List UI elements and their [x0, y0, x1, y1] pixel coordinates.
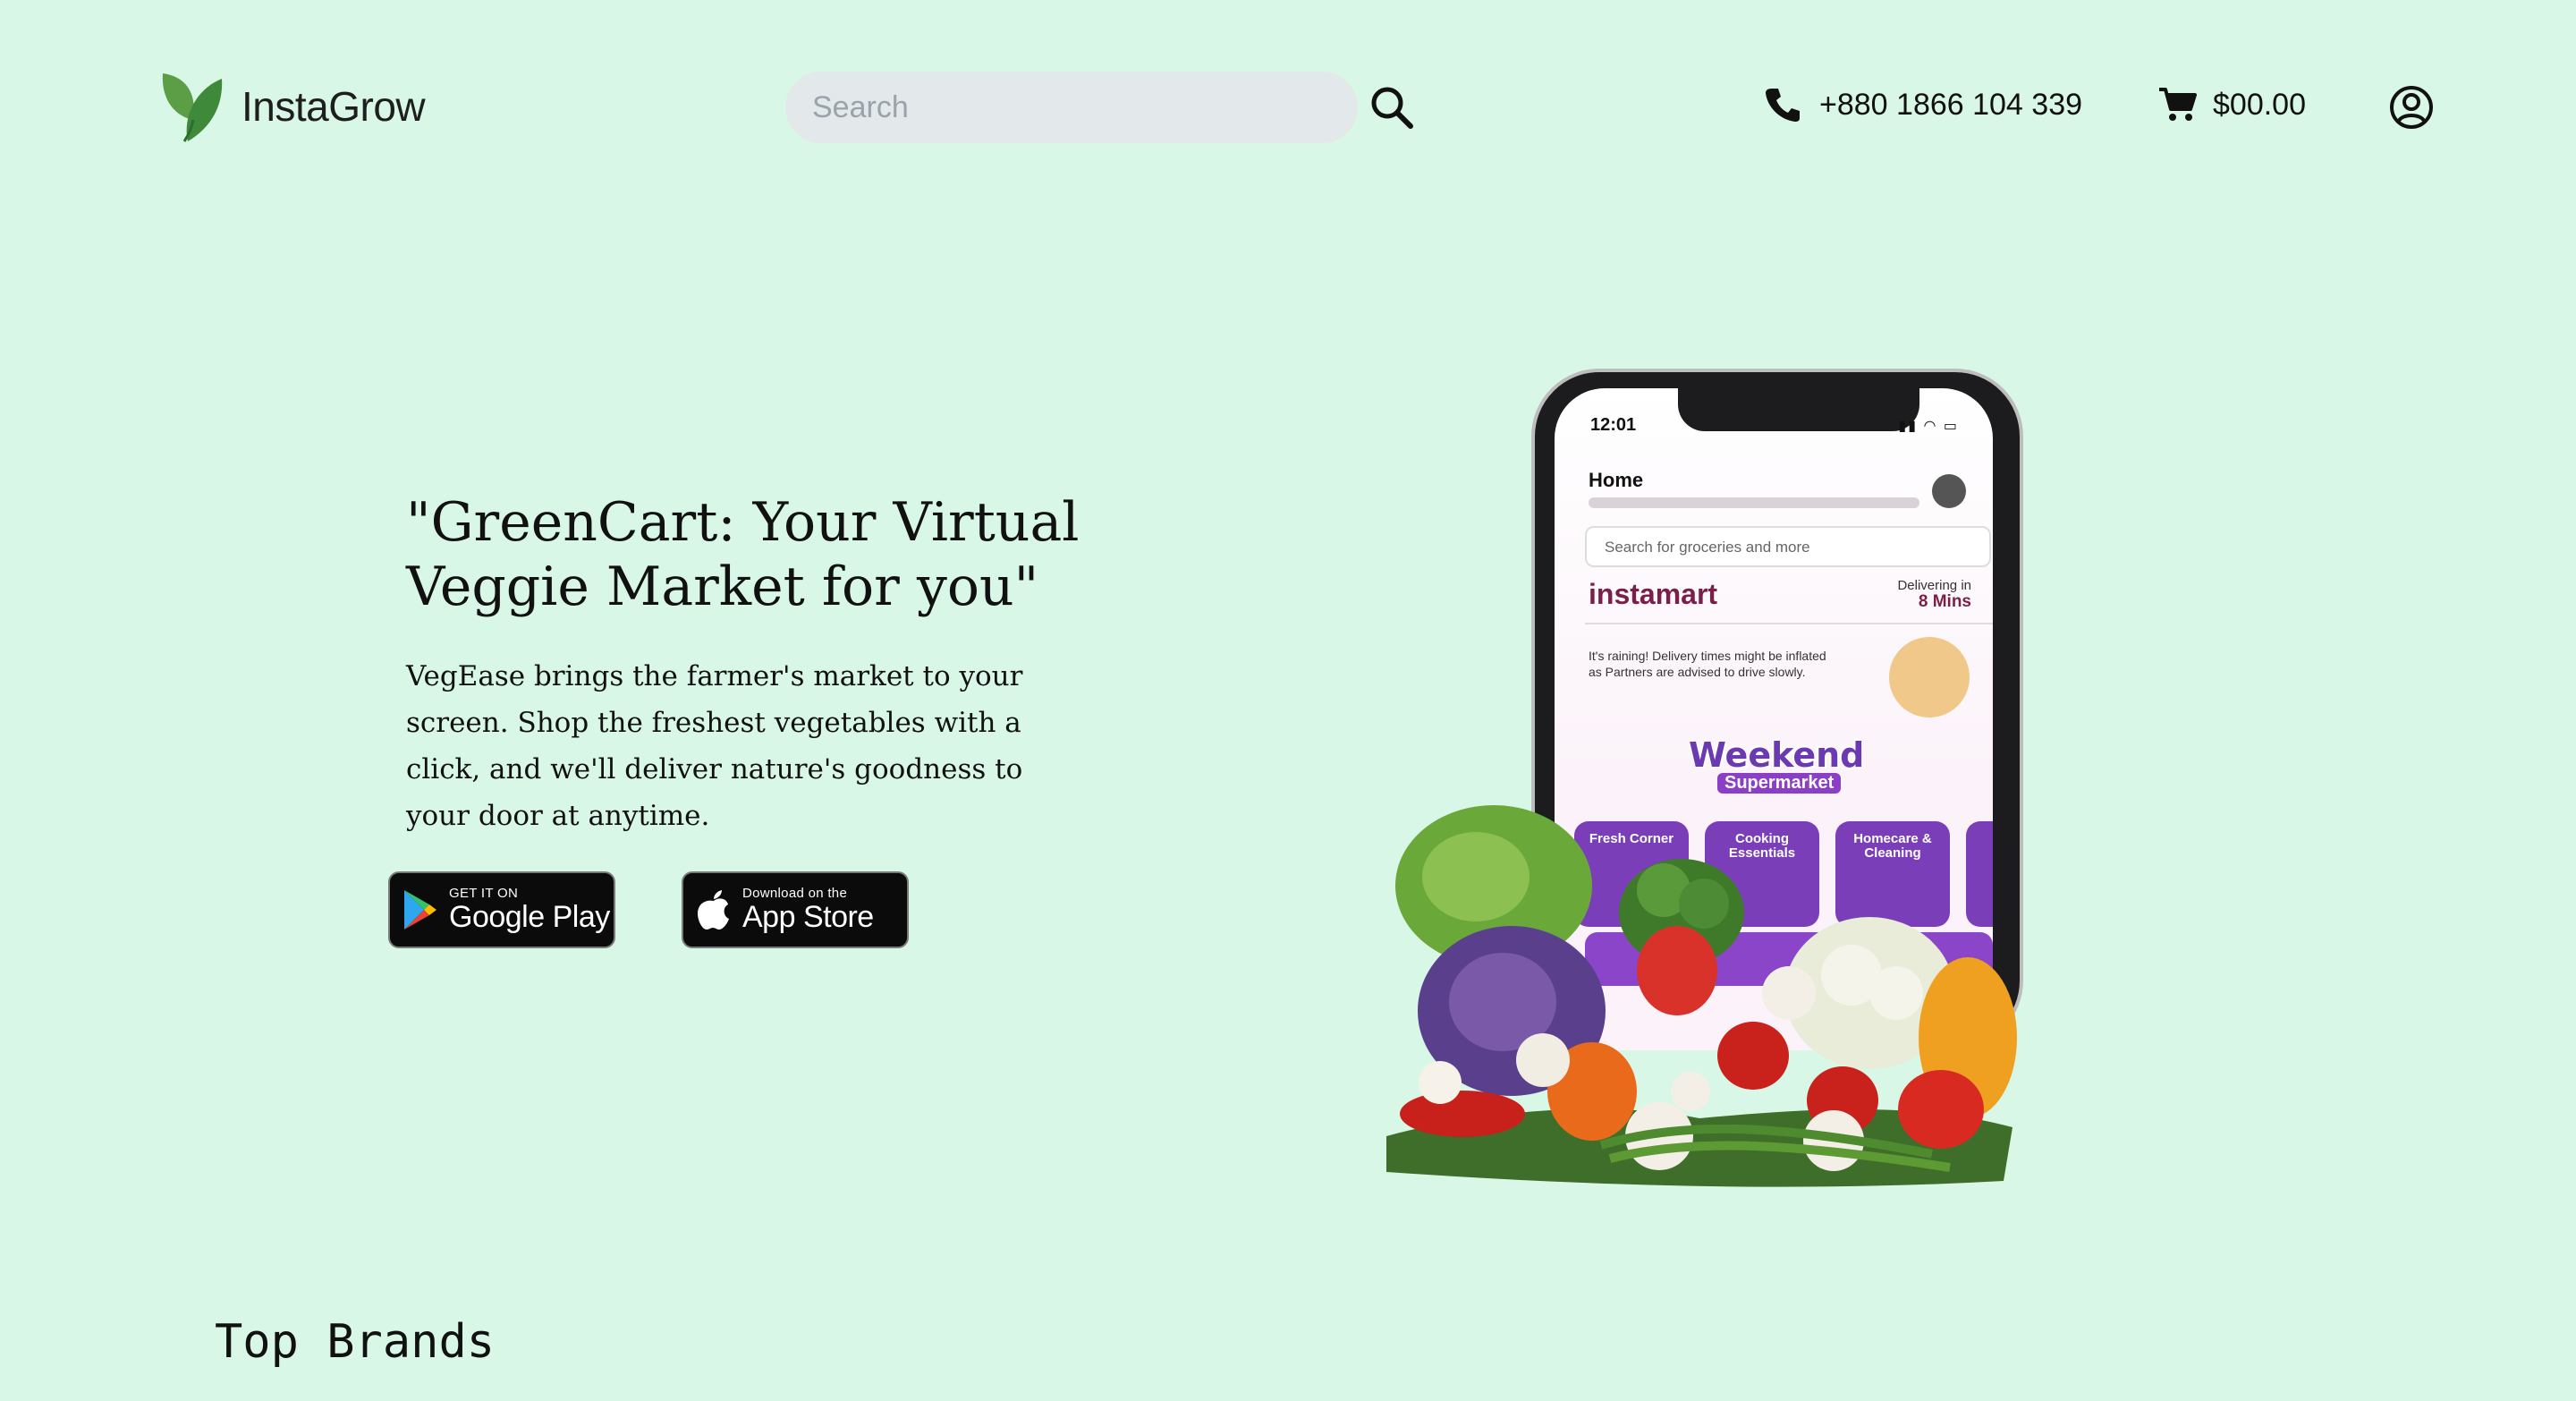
- user-account-icon[interactable]: [2388, 84, 2435, 131]
- google-play-small-text: GET IT ON: [449, 886, 519, 901]
- google-play-label: Google Play: [449, 900, 610, 934]
- weekend-banner-subtitle: Supermarket: [1717, 773, 1842, 794]
- phone-delivering-time: 8 Mins: [1918, 592, 1971, 611]
- vegetables-image: [1386, 805, 2017, 1187]
- phone-time: 12:01: [1590, 415, 1637, 435]
- phone-notch: [1678, 388, 1919, 431]
- google-play-button[interactable]: GET IT ON Google Play: [388, 871, 615, 948]
- app-store-label: App Store: [742, 900, 874, 934]
- contact-phone[interactable]: +880 1866 104 339: [1764, 86, 2082, 123]
- search-input[interactable]: [785, 72, 1358, 143]
- phone-address-blur: [1589, 497, 1919, 508]
- phone-search-bar: Search for groceries and more: [1585, 526, 1991, 567]
- phone-number: +880 1866 104 339: [1819, 87, 2083, 122]
- phone-divider: [1585, 623, 1993, 624]
- phone-delivery-info: Delivering in 8 Mins: [1897, 578, 1971, 611]
- top-brands-heading: Top Brands: [215, 1315, 496, 1369]
- search-icon[interactable]: [1368, 84, 1415, 131]
- cart-total: $00.00: [2213, 87, 2306, 122]
- phone-user-icon: [1932, 474, 1966, 508]
- hero-description: VegEase brings the farmer's market to yo…: [406, 660, 1023, 832]
- leaf-logo-icon: [162, 73, 223, 142]
- apple-icon: [698, 890, 729, 930]
- phone-rain-notice: It's raining! Delivery times might be in…: [1589, 649, 1826, 679]
- instamart-logo: instamart: [1589, 578, 1718, 610]
- cart-icon: [2159, 88, 2197, 121]
- brand-name: InstaGrow: [242, 83, 426, 130]
- phone-status-icons: ▮▮ ◠ ▭: [1898, 419, 1959, 434]
- hero-title: "GreenCart: Your Virtual Veggie Market f…: [406, 491, 1080, 618]
- app-store-button[interactable]: Download on the App Store: [682, 871, 909, 948]
- delivery-rider-image: [1889, 637, 1970, 717]
- weekend-banner-title: Weekend: [1689, 735, 1865, 775]
- phone-location: Home: [1589, 469, 1644, 491]
- phone-delivering-label: Delivering in: [1897, 578, 1971, 593]
- cart-button[interactable]: $00.00: [2157, 86, 2306, 123]
- google-play-icon: [404, 890, 436, 930]
- brand-logo[interactable]: InstaGrow: [157, 70, 426, 143]
- app-store-small-text: Download on the: [742, 886, 848, 901]
- phone-icon: [1766, 89, 1800, 122]
